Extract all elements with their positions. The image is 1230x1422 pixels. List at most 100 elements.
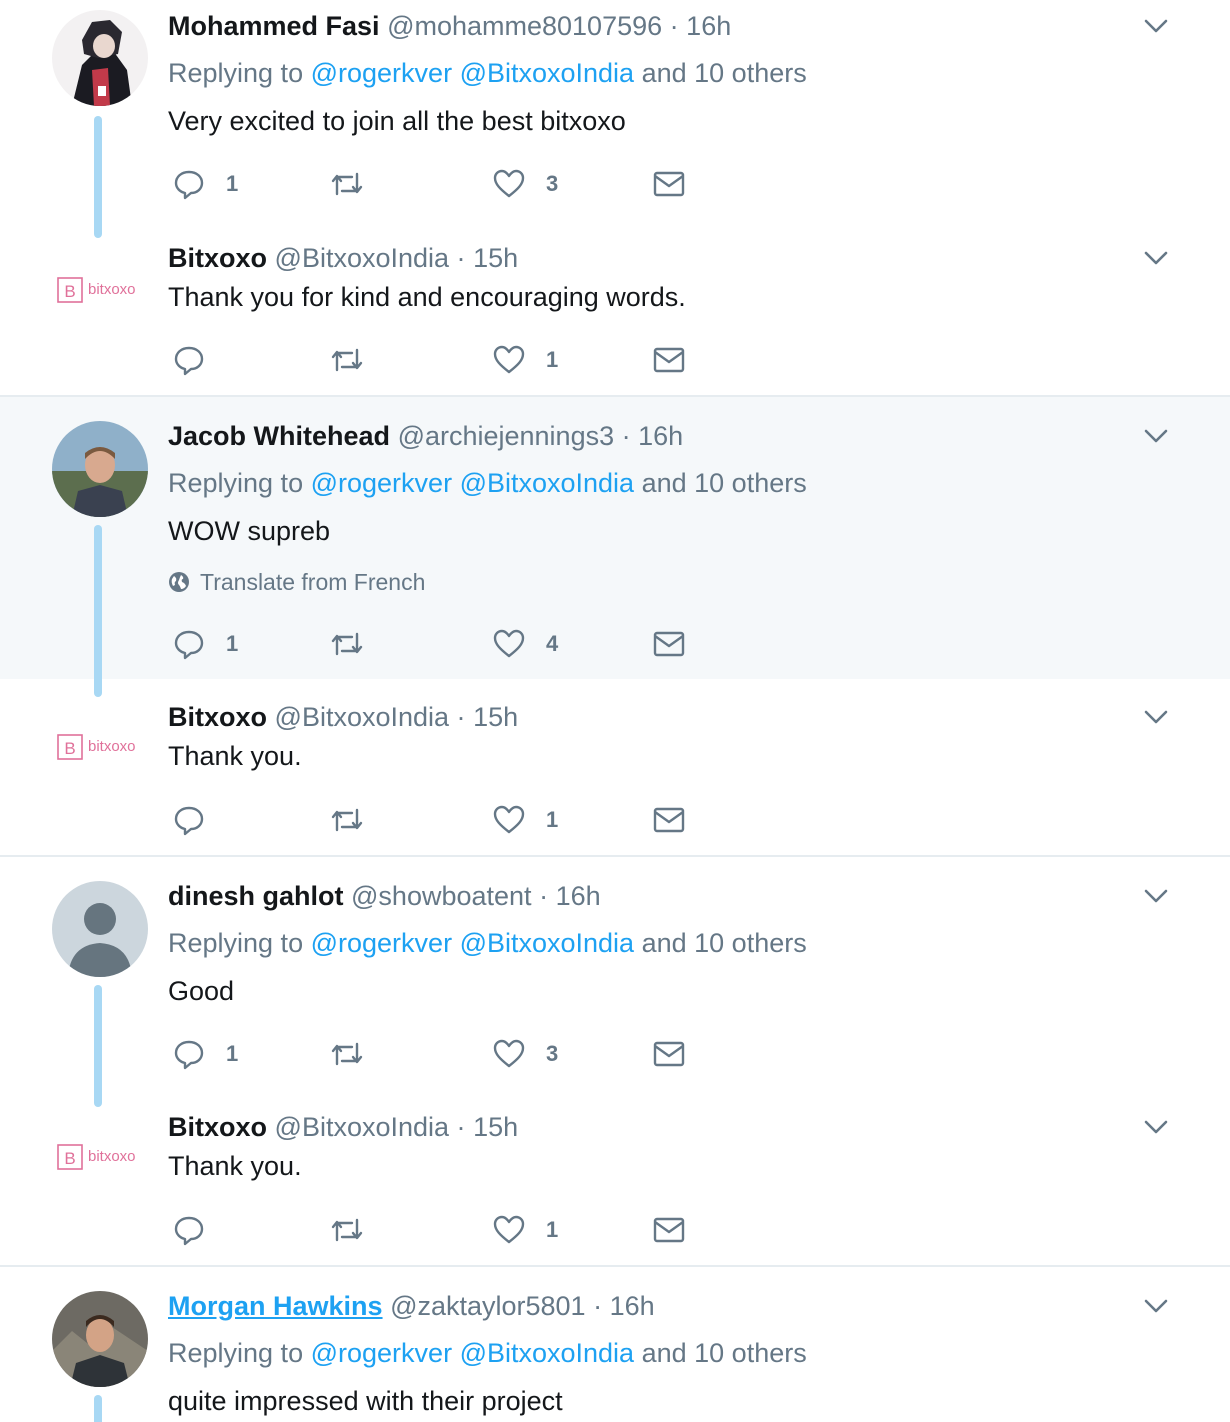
author-handle[interactable]: @BitxoxoIndia [275,243,450,273]
direct-message-button[interactable] [652,164,686,204]
thread-3: dinesh gahlot @showboatent · 16h Replyin… [0,857,1230,1267]
mention-link[interactable]: @rogerkver [311,928,452,958]
retweet-button[interactable] [330,800,364,840]
reply-button[interactable]: 1 [172,1034,238,1074]
mention-link[interactable]: @rogerkver [311,1338,452,1368]
tweet-morgan-hawkins[interactable]: Morgan Hawkins @zaktaylor5801 · 16h Repl… [0,1267,1230,1422]
like-button[interactable]: 1 [492,800,558,840]
replying-suffix[interactable]: and 10 others [642,1338,807,1368]
retweet-button[interactable] [330,624,364,664]
tweet-mohammed-fasi[interactable]: Mohammed Fasi @mohamme80107596 · 16h Rep… [0,0,1230,240]
chevron-down-icon[interactable] [1142,244,1170,272]
like-count: 1 [546,1217,559,1242]
tweet-bitxoxo-reply[interactable]: B bitxoxo Bitxoxo @BitxoxoIndia · 15h Th… [0,238,1230,396]
avatar[interactable]: B bitxoxo [52,242,148,338]
reply-button[interactable] [172,1210,206,1250]
thread-connector [94,1395,102,1422]
direct-message-button[interactable] [652,624,686,664]
like-button[interactable]: 1 [492,340,558,380]
thread-1: Mohammed Fasi @mohamme80107596 · 16h Rep… [0,0,1230,396]
timestamp[interactable]: 16h [686,11,731,41]
mention-link[interactable]: @BitxoxoIndia [460,468,635,498]
author-handle[interactable]: @BitxoxoIndia [275,702,450,732]
tweet-bitxoxo-reply[interactable]: B bitxoxo Bitxoxo @BitxoxoIndia · 15h Th… [0,697,1230,857]
replying-suffix[interactable]: and 10 others [642,468,807,498]
author-name[interactable]: Mohammed Fasi [168,11,380,41]
author-name[interactable]: Jacob Whitehead [168,421,390,451]
timestamp[interactable]: 16h [556,881,601,911]
timestamp[interactable]: 15h [473,243,518,273]
separator: · [593,1291,603,1321]
like-button[interactable]: 4 [492,624,558,664]
avatar[interactable] [52,881,148,977]
avatar[interactable]: B bitxoxo [52,1109,148,1205]
svg-text:B: B [64,739,75,758]
author-handle[interactable]: @archiejennings3 [398,421,615,451]
author-name[interactable]: dinesh gahlot [168,881,344,911]
timestamp[interactable]: 15h [473,1112,518,1142]
author-name[interactable]: Morgan Hawkins [168,1291,383,1321]
tweet-jacob-whitehead[interactable]: Jacob Whitehead @archiejennings3 · 16h R… [0,397,1230,697]
retweet-button[interactable] [330,340,364,380]
tweet-actions: 1 4 [168,624,728,664]
reply-button[interactable] [172,800,206,840]
mention-link[interactable]: @rogerkver [311,58,452,88]
author-handle[interactable]: @mohamme80107596 [387,11,662,41]
chevron-down-icon[interactable] [1142,882,1170,910]
author-handle[interactable]: @showboatent [351,881,532,911]
author-handle[interactable]: @BitxoxoIndia [275,1112,450,1142]
reply-button[interactable]: 1 [172,624,238,664]
replying-to: Replying to @rogerkver @BitxoxoIndia and… [168,923,807,963]
replying-suffix[interactable]: and 10 others [642,928,807,958]
avatar[interactable] [52,10,148,106]
envelope-icon [653,1041,685,1067]
tweet-dinesh-gahlot[interactable]: dinesh gahlot @showboatent · 16h Replyin… [0,857,1230,1109]
timestamp[interactable]: 16h [610,1291,655,1321]
direct-message-button[interactable] [652,1034,686,1074]
like-button[interactable]: 3 [492,1034,558,1074]
retweet-button[interactable] [330,1034,364,1074]
tweet-bitxoxo-reply[interactable]: B bitxoxo Bitxoxo @BitxoxoIndia · 15h Th… [0,1107,1230,1267]
translate-label[interactable]: Translate from French [200,566,425,598]
direct-message-button[interactable] [652,340,686,380]
direct-message-button[interactable] [652,1210,686,1250]
timestamp[interactable]: 15h [473,702,518,732]
replying-prefix: Replying to [168,58,304,88]
tweet-text: Very excited to join all the best bitxox… [168,106,626,136]
avatar[interactable]: B bitxoxo [52,699,148,795]
tweet-text: Thank you. [168,1151,302,1181]
avatar[interactable] [52,421,148,517]
direct-message-button[interactable] [652,800,686,840]
author-name[interactable]: Bitxoxo [168,1112,267,1142]
mention-link[interactable]: @BitxoxoIndia [460,58,635,88]
timestamp[interactable]: 16h [638,421,683,451]
retweet-button[interactable] [330,1210,364,1250]
separator: · [456,702,466,732]
author-handle[interactable]: @zaktaylor5801 [390,1291,586,1321]
mention-link[interactable]: @BitxoxoIndia [460,1338,635,1368]
chevron-down-icon[interactable] [1142,1292,1170,1320]
chevron-down-icon[interactable] [1142,703,1170,731]
chevron-down-icon[interactable] [1142,1113,1170,1141]
author-name[interactable]: Bitxoxo [168,702,267,732]
mention-link[interactable]: @rogerkver [311,468,452,498]
replying-suffix[interactable]: and 10 others [642,58,807,88]
envelope-icon [653,807,685,833]
replying-prefix: Replying to [168,1338,304,1368]
mention-link[interactable]: @BitxoxoIndia [460,928,635,958]
separator: · [539,881,549,911]
envelope-icon [653,1217,685,1243]
like-button[interactable]: 3 [492,164,558,204]
chevron-down-icon[interactable] [1142,422,1170,450]
like-button[interactable]: 1 [492,1210,558,1250]
retweet-button[interactable] [330,164,364,204]
translate-link[interactable]: Translate from French [168,566,425,598]
reply-button[interactable]: 1 [172,164,238,204]
tweet-actions: 1 [168,1210,728,1250]
reply-button[interactable] [172,340,206,380]
chevron-down-icon[interactable] [1142,12,1170,40]
avatar[interactable] [52,1291,148,1387]
thread-connector [94,985,102,1107]
author-name[interactable]: Bitxoxo [168,243,267,273]
like-count: 4 [546,631,559,656]
